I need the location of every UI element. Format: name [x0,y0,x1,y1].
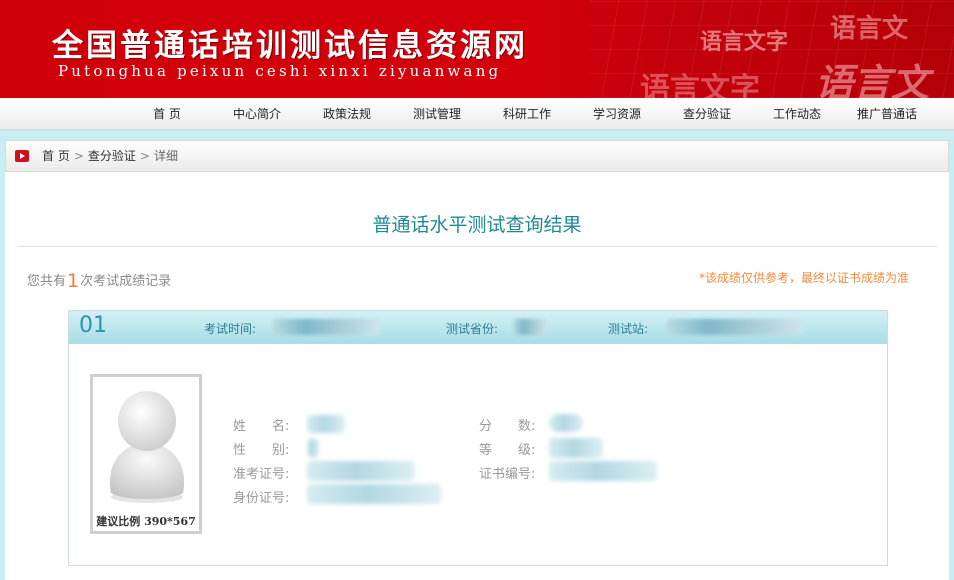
breadcrumb-current: 详细 [153,149,178,163]
score-label: 分 数: [479,419,536,434]
avatar-placeholder-icon [109,391,185,503]
admission-number-value-redacted [307,461,415,481]
gender-label: 性 别: [233,443,290,458]
province-value-redacted [513,319,547,335]
play-icon [15,150,29,162]
breadcrumb-home-link[interactable]: 首 页 [42,149,70,163]
nav-item-home[interactable]: 首 页 [122,98,212,130]
photo-caption: 建议比例 390*567 [96,515,196,528]
nav-item-promote[interactable]: 推广普通话 [842,98,932,130]
station-value-redacted [667,319,802,335]
content-panel: 普通话水平测试查询结果 您共有1次考试成绩记录 *该成绩仅供参考，最终以证书成绩… [5,172,949,580]
record-header: 01 考试时间: 测试省份: 测试站: [69,311,887,344]
breadcrumb-separator: > [139,149,150,163]
station-label: 测试站: [608,322,649,336]
breadcrumb-section-link[interactable]: 查分验证 [88,149,136,163]
candidate-photo: 建议比例 390*567 [90,374,202,534]
nav-item-test-management[interactable]: 测试管理 [392,98,482,130]
id-number-label: 身份证号: [233,491,290,506]
level-value-redacted [549,438,603,458]
disclaimer-note: *该成绩仅供参考，最终以证书成绩为准 [698,271,909,285]
site-title: 全国普通话培训测试信息资源网 [52,28,528,64]
level-label: 等 级: [479,443,536,458]
id-number-value-redacted [307,484,441,504]
breadcrumb-separator: > [73,149,84,163]
exam-time-label: 考试时间: [204,322,257,336]
nav-item-about[interactable]: 中心简介 [212,98,302,130]
name-value-redacted [307,415,345,433]
banner-calligraphy: 语言文字 [640,72,760,98]
main-nav: 首 页 中心简介 政策法规 测试管理 科研工作 学习资源 查分验证 工作动态 推… [0,98,954,130]
site-banner: 语言文 语言文字 语言文字 语言文 全国普通话培训测试信息资源网 Putongh… [0,0,954,98]
record-count-prefix: 您共有 [27,274,67,289]
nav-item-research[interactable]: 科研工作 [482,98,572,130]
record-number: 01 [79,313,107,338]
divider [17,246,937,247]
nav-item-news[interactable]: 工作动态 [752,98,842,130]
name-label: 姓 名: [233,419,290,434]
banner-calligraphy: 语言文字 [700,29,789,55]
nav-item-resources[interactable]: 学习资源 [572,98,662,130]
province-label: 测试省份: [446,322,499,336]
banner-calligraphy: 语言文 [815,60,930,98]
nav-item-policy[interactable]: 政策法规 [302,98,392,130]
record-count: 您共有1次考试成绩记录 [27,270,171,292]
certificate-number-label: 证书编号: [479,467,536,482]
gender-value-redacted [307,439,319,457]
admission-number-label: 准考证号: [233,467,290,482]
record-count-number: 1 [67,270,80,292]
nav-item-score-verify[interactable]: 查分验证 [662,98,752,130]
score-value-redacted [549,414,583,432]
banner-calligraphy: 语言文 [830,14,909,44]
certificate-number-value-redacted [549,461,657,481]
record-count-suffix: 次考试成绩记录 [80,274,172,289]
exam-time-value-redacted [273,319,380,335]
score-record-card: 01 考试时间: 测试省份: 测试站: 建议比例 390*567 姓 名: 性 … [68,310,888,566]
breadcrumb: 首 页 > 查分验证 > 详细 [5,140,949,172]
site-subtitle: Putonghua peixun ceshi xinxi ziyuanwang [58,62,502,80]
page-title: 普通话水平测试查询结果 [372,214,582,236]
